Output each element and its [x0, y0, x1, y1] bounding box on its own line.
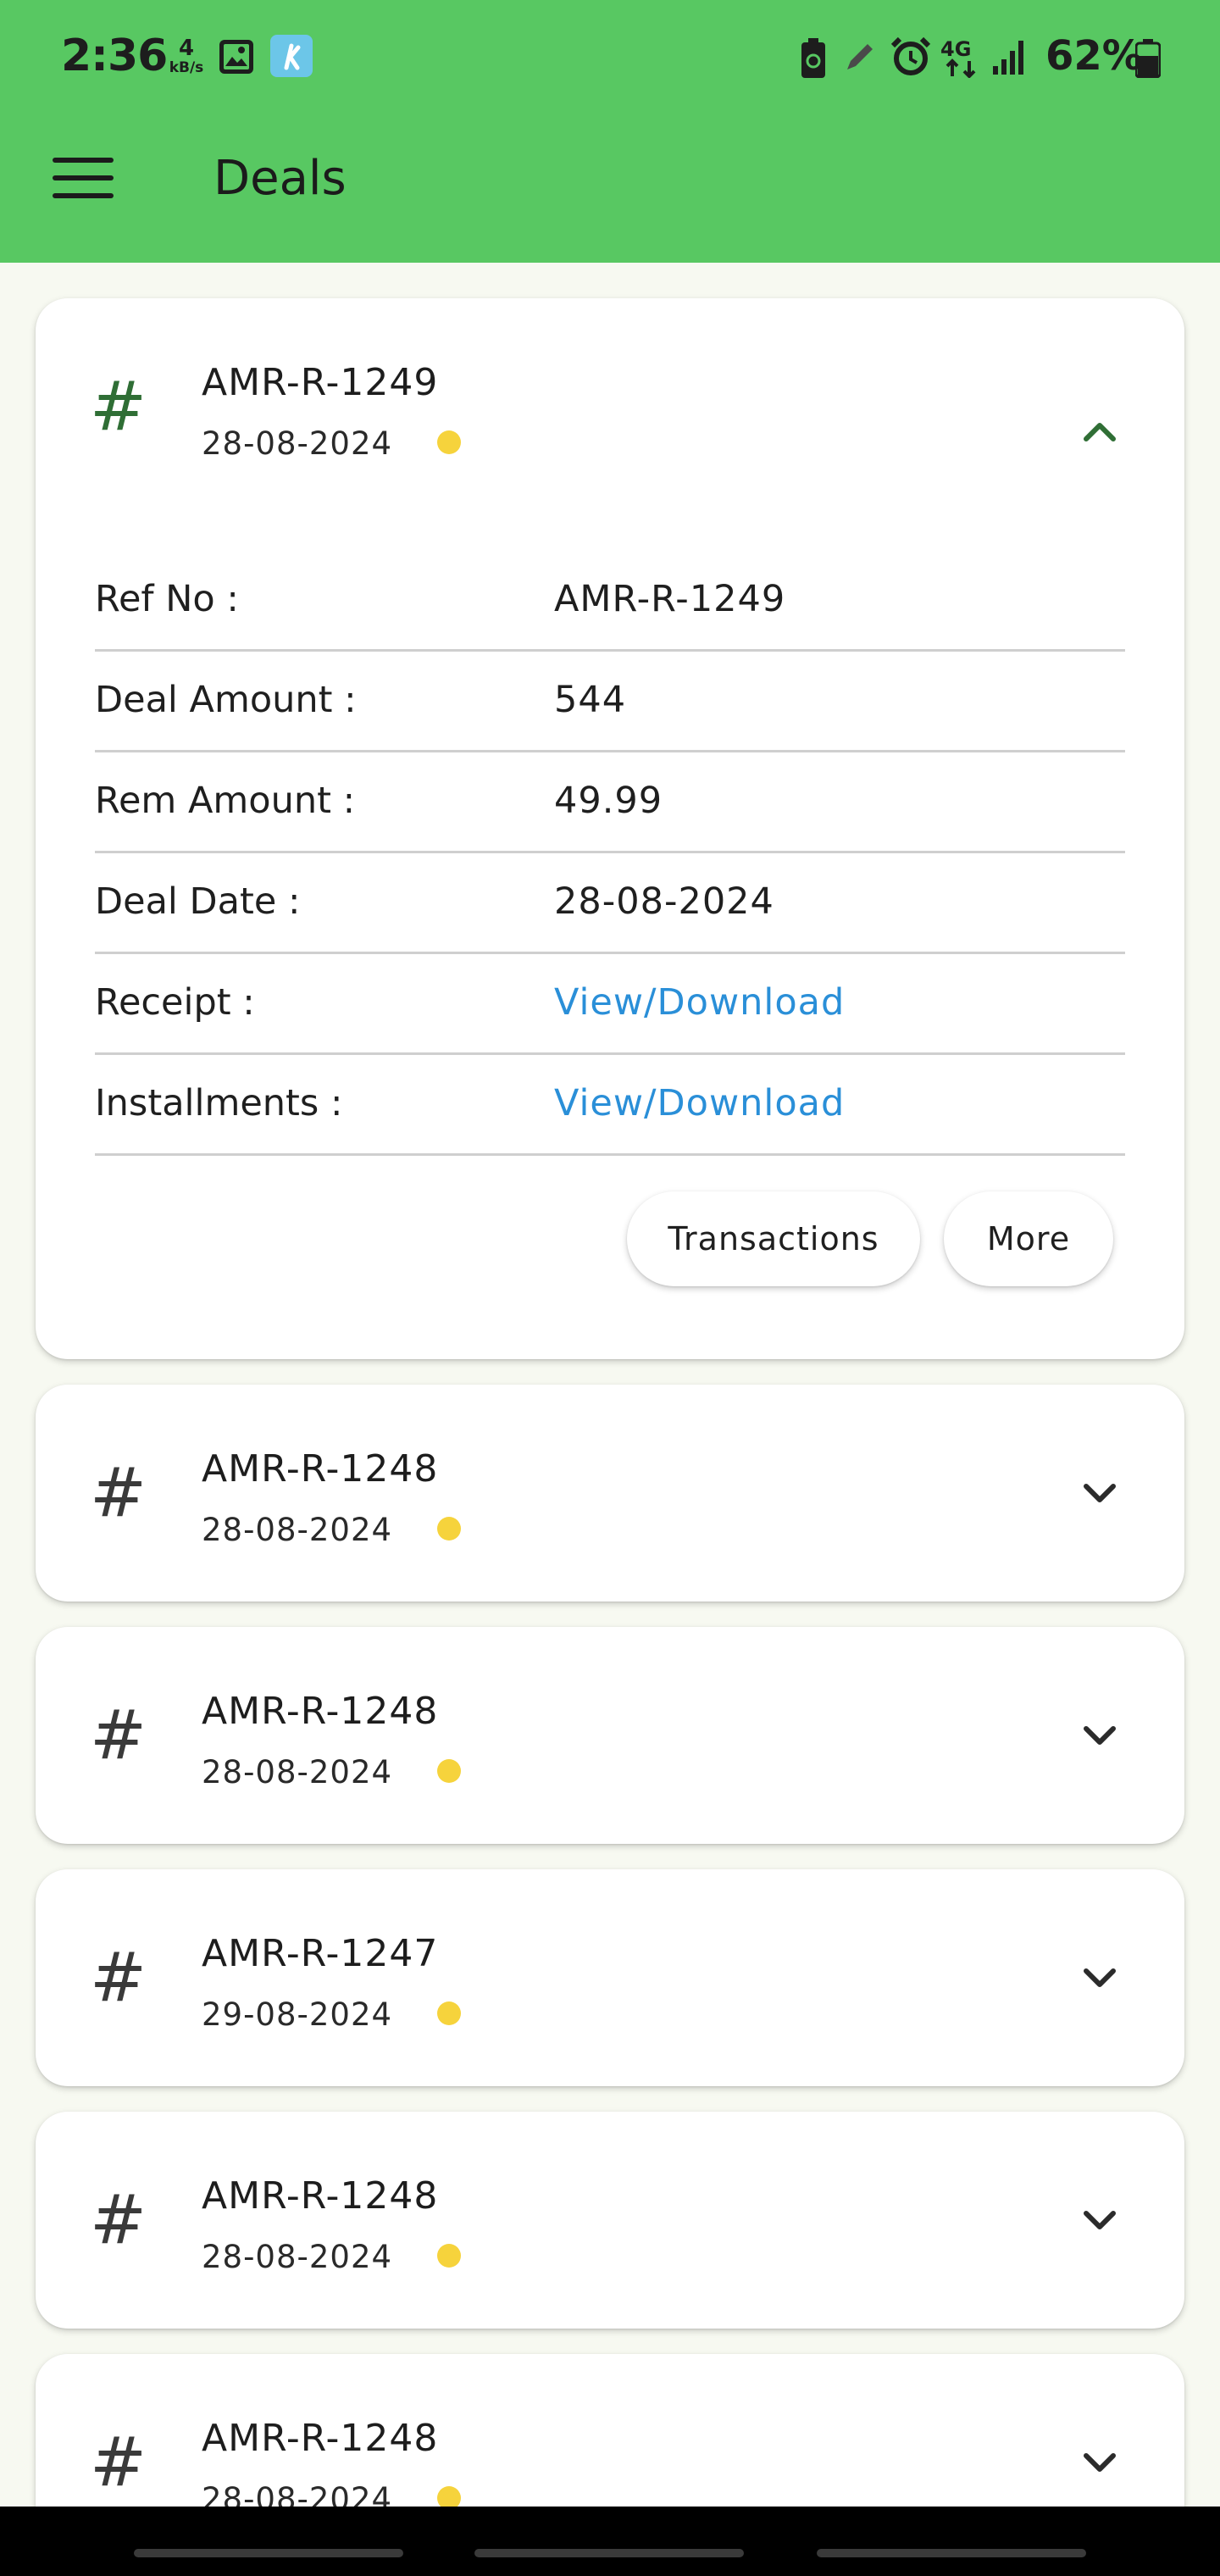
deal-ref: AMR-R-1248	[202, 1690, 439, 1733]
status-dot	[437, 430, 461, 454]
detail-label: Ref No :	[95, 578, 239, 620]
battery-saver-icon	[801, 38, 825, 78]
menu-line	[53, 175, 114, 180]
page-title: Deals	[214, 151, 347, 206]
chevron-up-icon[interactable]	[1074, 407, 1125, 458]
deal-card[interactable]: # AMR-R-1247 29-08-2024	[36, 1869, 1184, 2086]
detail-label: Deal Date :	[95, 880, 301, 923]
deal-ref: AMR-R-1248	[202, 2174, 439, 2218]
status-dot	[437, 2001, 461, 2025]
deal-date: 29-08-2024	[202, 1996, 393, 2033]
detail-label: Installments :	[95, 1082, 343, 1124]
deal-card-expanded: # AMR-R-1249 28-08-2024 Ref No : AMR-R-1…	[36, 298, 1184, 1359]
deal-ref: AMR-R-1249	[202, 361, 439, 404]
gallery-icon	[219, 40, 253, 74]
hash-icon: #	[90, 2423, 147, 2501]
detail-row-installments: Installments : View/Download	[95, 1055, 1125, 1156]
detail-row-ref-no: Ref No : AMR-R-1249	[95, 551, 1125, 652]
deal-ref: AMR-R-1248	[202, 2417, 439, 2460]
chevron-down-icon[interactable]	[1074, 1952, 1125, 2003]
hash-icon: #	[90, 2180, 147, 2259]
more-button[interactable]: More	[944, 1191, 1113, 1286]
status-time: 2:36	[61, 31, 168, 81]
detail-value: 49.99	[554, 780, 663, 822]
4g-data-icon: 4G	[940, 37, 976, 78]
hash-icon: #	[90, 1696, 147, 1774]
alarm-icon	[890, 36, 931, 75]
menu-line	[53, 193, 114, 198]
deal-date: 28-08-2024	[202, 1512, 393, 1548]
deal-date: 28-08-2024	[202, 1754, 393, 1790]
deal-card-header[interactable]: # AMR-R-1249 28-08-2024	[36, 298, 1184, 515]
deal-card[interactable]: # AMR-R-1248 28-08-2024	[36, 2354, 1184, 2507]
network-speed: 4 kB/s	[166, 37, 207, 75]
deal-date: 28-08-2024	[202, 425, 393, 462]
nav-handle[interactable]	[817, 2549, 1086, 2557]
signal-icon	[993, 41, 1023, 75]
deal-card[interactable]: # AMR-R-1248 28-08-2024	[36, 1385, 1184, 1602]
detail-value: AMR-R-1249	[554, 578, 786, 620]
deal-ref: AMR-R-1247	[202, 1932, 439, 1975]
hash-icon: #	[90, 1453, 147, 1532]
network-speed-unit: kB/s	[169, 59, 204, 76]
battery-icon	[1135, 39, 1161, 78]
receipt-download-link[interactable]: View/Download	[554, 981, 845, 1024]
battery-percent: 62%	[1045, 32, 1143, 80]
detail-label: Deal Amount :	[95, 679, 357, 721]
hamburger-menu-icon[interactable]	[53, 158, 114, 202]
chevron-down-icon[interactable]	[1074, 2195, 1125, 2246]
deal-date: 28-08-2024	[202, 2481, 393, 2507]
menu-line	[53, 158, 114, 163]
status-dot	[437, 2486, 461, 2507]
chevron-down-icon[interactable]	[1074, 1710, 1125, 1761]
network-speed-value: 4	[178, 36, 195, 61]
detail-value: 544	[554, 679, 627, 721]
detail-row-deal-amount: Deal Amount : 544	[95, 652, 1125, 752]
detail-row-deal-date: Deal Date : 28-08-2024	[95, 853, 1125, 954]
status-dot	[437, 1759, 461, 1783]
deal-ref: AMR-R-1248	[202, 1447, 439, 1491]
svg-text:4G: 4G	[940, 37, 971, 61]
status-dot	[437, 2244, 461, 2268]
system-nav-bar	[0, 2507, 1220, 2576]
nav-handle[interactable]	[474, 2549, 744, 2557]
status-bar: 2:36 4 kB/s 4G 62%	[0, 0, 1220, 119]
list-viewport-bottom: # AMR-R-1248 28-08-2024	[0, 2339, 1220, 2507]
pen-icon	[847, 44, 873, 69]
hash-icon: #	[90, 1938, 147, 2017]
app-bar: 2:36 4 kB/s 4G 62% Deals	[0, 0, 1220, 263]
nav-handle[interactable]	[134, 2549, 403, 2557]
hash-icon: #	[90, 367, 147, 446]
detail-label: Receipt :	[95, 981, 255, 1024]
chevron-down-icon[interactable]	[1074, 1468, 1125, 1518]
detail-value: 28-08-2024	[554, 880, 774, 923]
transactions-button[interactable]: Transactions	[627, 1191, 920, 1286]
detail-row-rem-amount: Rem Amount : 49.99	[95, 752, 1125, 853]
detail-row-receipt: Receipt : View/Download	[95, 954, 1125, 1055]
deal-card[interactable]: # AMR-R-1248 28-08-2024	[36, 2112, 1184, 2329]
deal-date: 28-08-2024	[202, 2239, 393, 2275]
status-dot	[437, 1517, 461, 1541]
kite-app-icon	[270, 35, 313, 77]
detail-label: Rem Amount :	[95, 780, 356, 822]
chevron-down-icon[interactable]	[1074, 2437, 1125, 2488]
installments-download-link[interactable]: View/Download	[554, 1082, 845, 1124]
deal-card[interactable]: # AMR-R-1248 28-08-2024	[36, 1627, 1184, 1844]
